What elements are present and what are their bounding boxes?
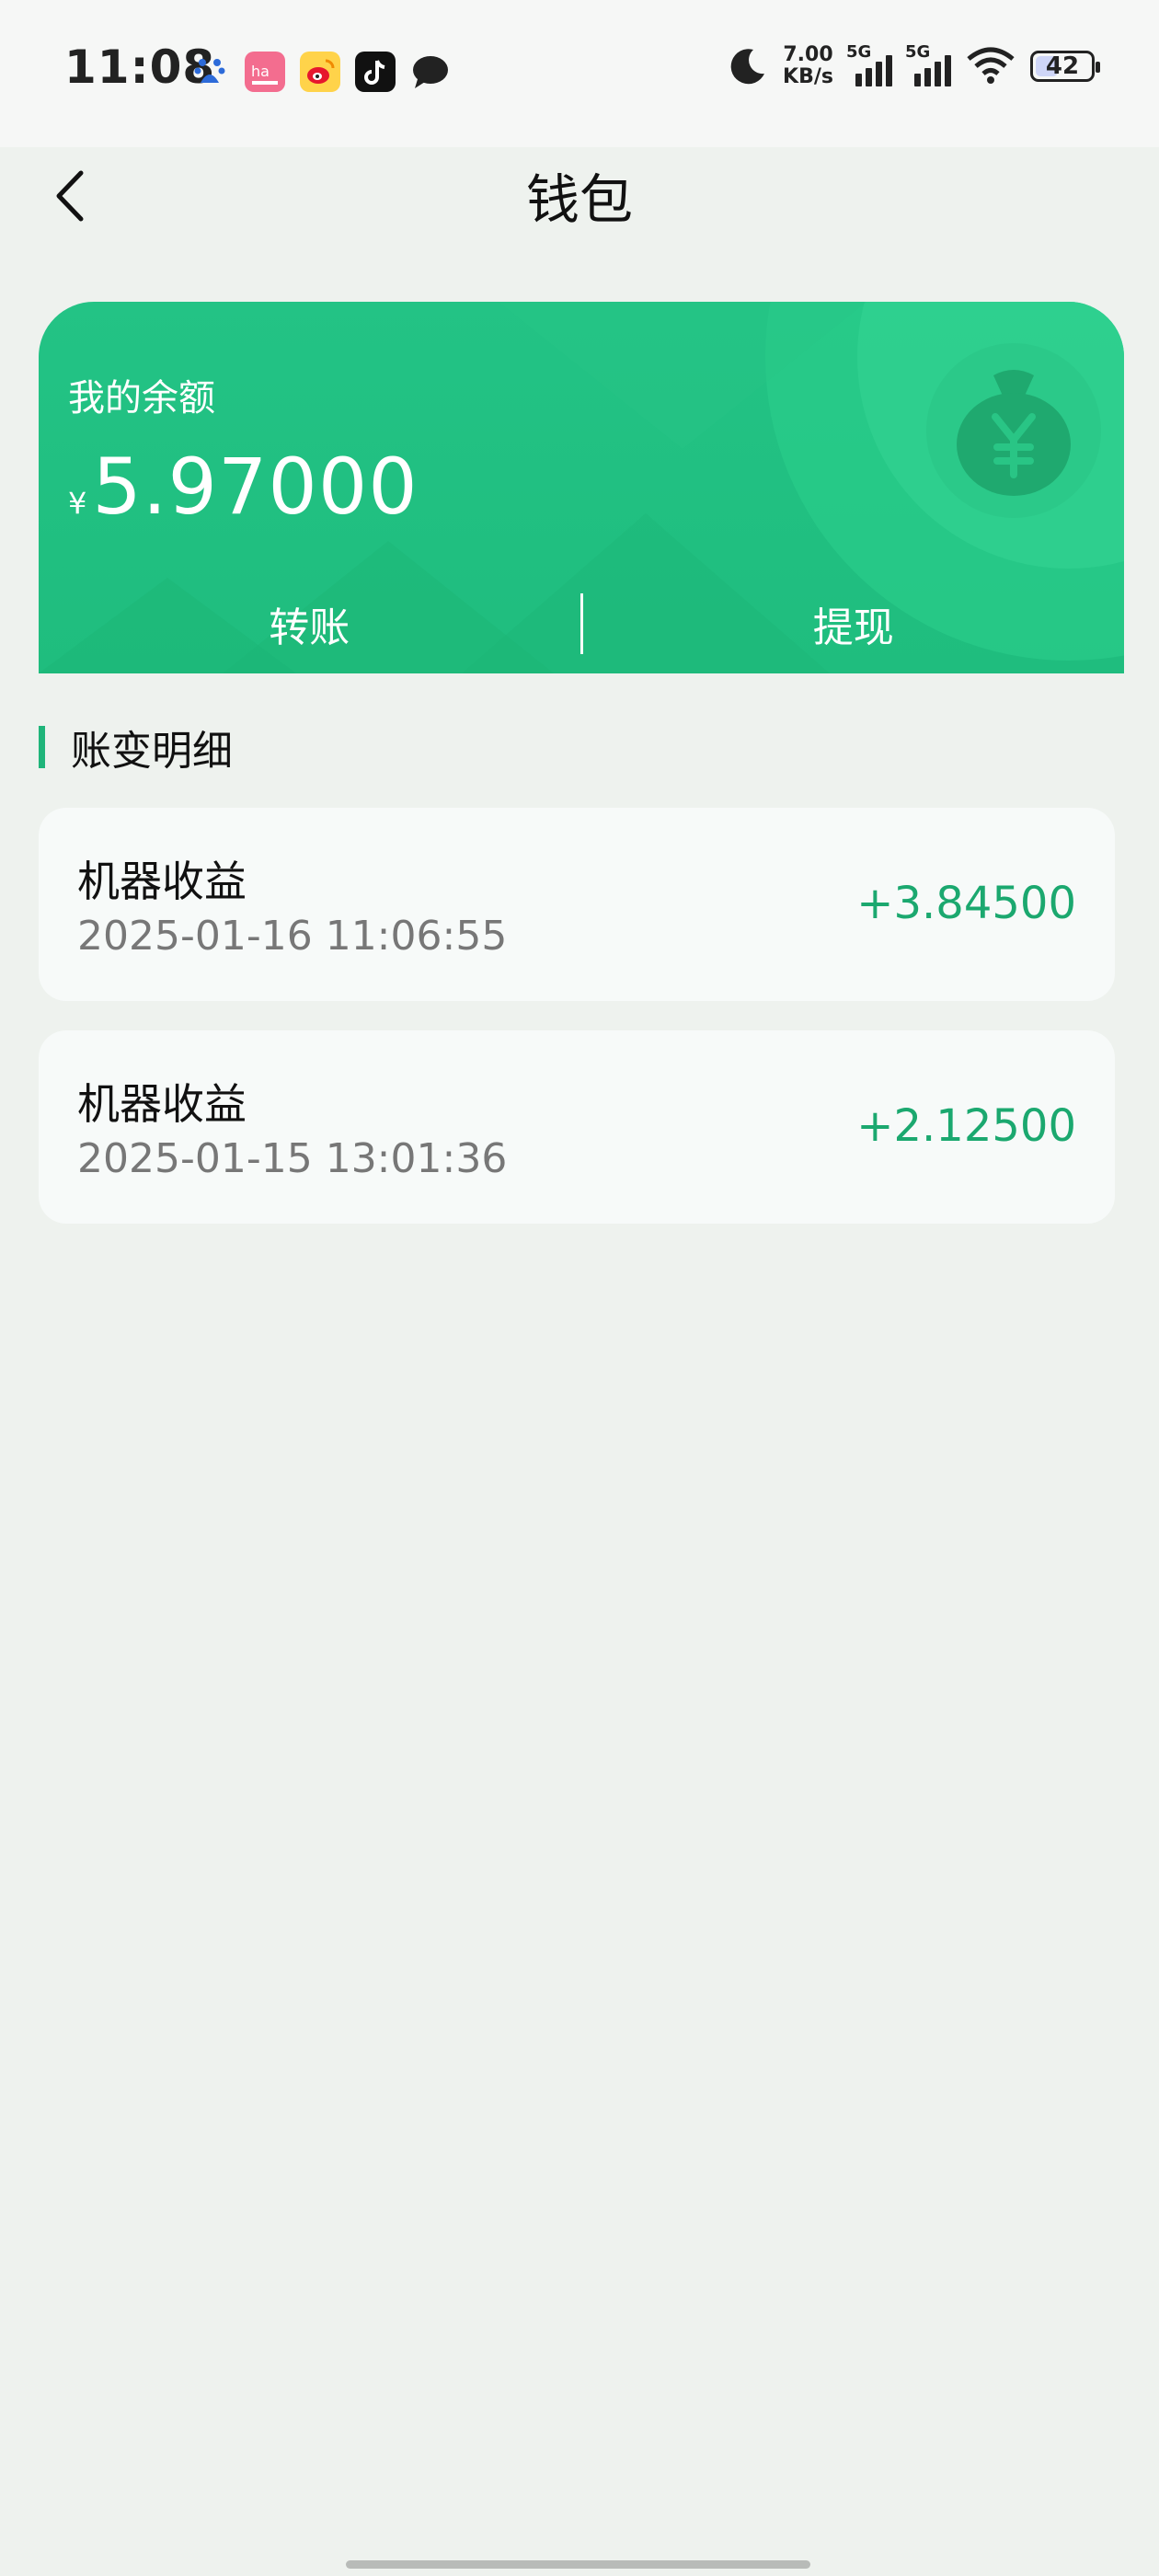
currency-symbol: ¥ <box>68 486 87 521</box>
app-pink-icon: ha <box>245 52 285 92</box>
withdraw-button[interactable]: 提现 <box>583 594 1125 653</box>
section-header: 账变明细 <box>39 723 233 775</box>
section-accent-bar <box>39 726 45 768</box>
battery-level: 42 <box>1045 52 1080 80</box>
section-title: 账变明细 <box>71 728 233 775</box>
balance-label: 我的余额 <box>68 377 215 420</box>
weibo-icon <box>300 52 340 92</box>
status-indicators: 7.00 KB/s 5G 5G 42 <box>728 42 1100 88</box>
page-title: 钱包 <box>525 168 633 231</box>
transaction-date: 2025-01-15 13:01:36 <box>77 1135 508 1182</box>
svg-text:ha: ha <box>251 63 270 80</box>
chat-bubble-icon <box>410 52 451 92</box>
transaction-date: 2025-01-16 11:06:55 <box>77 913 508 960</box>
wallet-card: 我的余额 ¥ 5.97000 转账 提现 <box>39 302 1124 673</box>
network-speed-unit: KB/s <box>783 65 833 88</box>
transaction-name: 机器收益 <box>77 1079 247 1129</box>
signal-sim2: 5G <box>905 42 951 86</box>
transaction-name: 机器收益 <box>77 857 247 906</box>
transaction-amount: +3.84500 <box>856 878 1076 929</box>
wifi-icon <box>967 47 1015 84</box>
battery-indicator: 42 <box>1030 51 1100 82</box>
balance-amount: 5.97000 <box>92 442 419 532</box>
status-bar: 11:08 ha 7.00 KB/s 5G 5G 42 <box>0 0 1159 147</box>
home-indicator[interactable] <box>346 2560 810 2569</box>
moon-icon <box>730 49 765 85</box>
balance-display: ¥ 5.97000 <box>68 442 419 532</box>
notification-icons: ha <box>189 52 451 92</box>
network-speed-value: 7.00 <box>783 43 833 66</box>
network-speed: 7.00 KB/s <box>783 44 833 88</box>
tiktok-icon <box>355 52 396 92</box>
transfer-button[interactable]: 转账 <box>39 594 580 653</box>
signal-sim1-label: 5G <box>846 42 872 62</box>
signal-sim1: 5G <box>846 42 892 86</box>
card-actions: 转账 提现 <box>39 574 1124 673</box>
money-bag-icon <box>922 339 1106 526</box>
transaction-amount: +2.12500 <box>856 1100 1076 1152</box>
baidu-icon <box>189 52 230 92</box>
transaction-item[interactable]: 机器收益 2025-01-15 13:01:36 +2.12500 <box>39 1030 1115 1224</box>
transaction-item[interactable]: 机器收益 2025-01-16 11:06:55 +3.84500 <box>39 808 1115 1001</box>
signal-sim2-label: 5G <box>905 42 931 62</box>
